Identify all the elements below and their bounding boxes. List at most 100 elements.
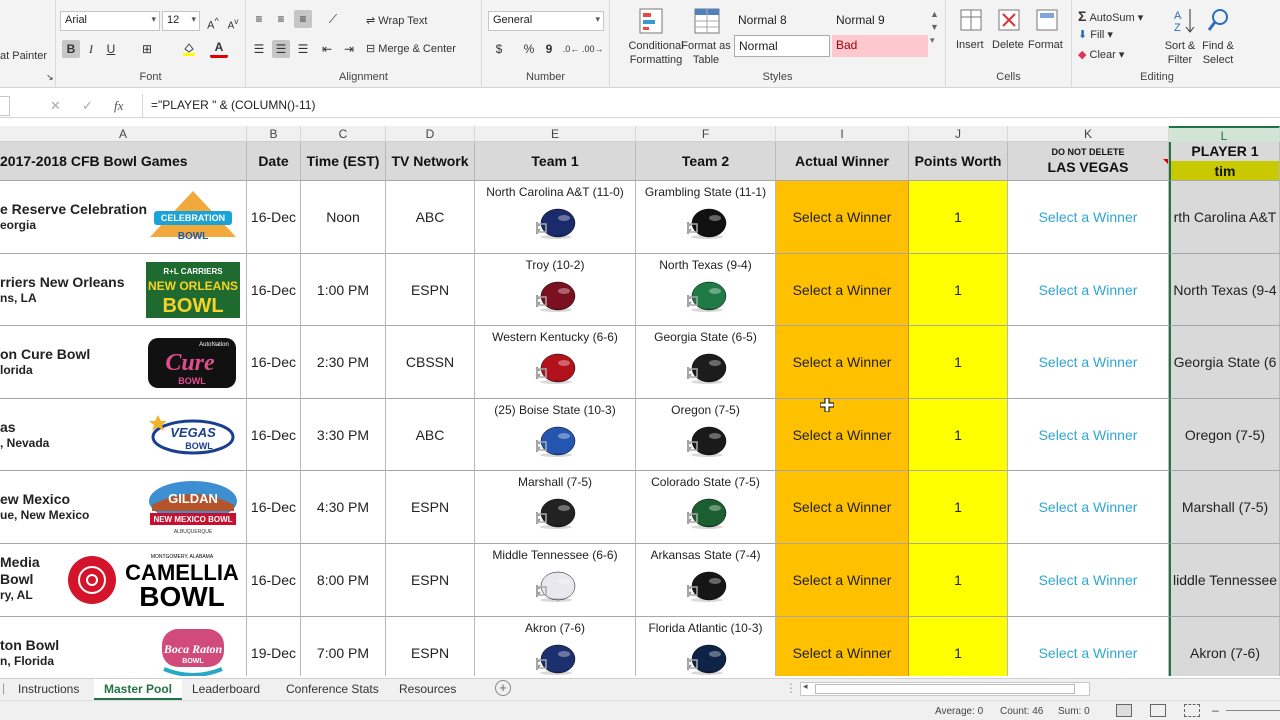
font-color-button[interactable]: A [210,40,228,58]
style-normal-8[interactable]: Normal 8 [734,10,830,32]
column-header-j[interactable]: J [909,126,1008,142]
style-normal[interactable]: Normal [734,35,830,57]
time-cell[interactable]: 1:00 PM [301,254,386,326]
header-date[interactable]: Date [247,142,301,181]
points-worth-cell[interactable]: 1 [909,471,1008,544]
header-actual-winner[interactable]: Actual Winner [776,142,909,181]
style-bad[interactable]: Bad [832,35,928,57]
underline-button[interactable]: U [102,40,120,58]
tv-network-cell[interactable]: ESPN [386,471,475,544]
fill-button[interactable]: ⬇ Fill ▾ [1078,28,1113,41]
column-header-i[interactable]: I [776,126,909,142]
formula-input[interactable]: ="PLAYER " & (COLUMN()-11) [142,94,1280,117]
borders-icon[interactable]: ⊞ [138,40,156,58]
team-2-cell[interactable]: Florida Atlantic (10-3) [636,617,776,676]
player-pick-cell[interactable]: Georgia State (6 [1169,326,1280,399]
tab-splitter-icon[interactable]: ⋮ [785,681,797,695]
points-worth-cell[interactable]: 1 [909,617,1008,676]
bowl-cell[interactable]: ton Bowl n, Florida Boca Raton BOWL [0,617,247,676]
team-2-cell[interactable]: Georgia State (6-5) [636,326,776,399]
align-left-icon[interactable]: ☰ [250,40,268,58]
tab-resources[interactable]: Resources [389,679,466,700]
points-worth-cell[interactable]: 1 [909,544,1008,617]
actual-winner-cell[interactable]: Select a Winner [776,544,909,617]
team-2-cell[interactable]: Grambling State (11-1) [636,181,776,254]
column-header-c[interactable]: C [301,126,386,142]
actual-winner-cell[interactable]: Select a Winner [776,326,909,399]
player-pick-cell[interactable]: liddle Tennessee [1169,544,1280,617]
column-header-a[interactable]: A [0,126,247,142]
find-select-button[interactable]: Find & Select [1196,39,1240,67]
format-button[interactable]: Format [1028,39,1063,51]
tv-network-cell[interactable]: ESPN [386,254,475,326]
date-cell[interactable]: 16-Dec [247,326,301,399]
conditional-formatting-icon[interactable] [636,6,666,36]
player-pick-cell[interactable]: Akron (7-6) [1169,617,1280,676]
column-header-b[interactable]: B [247,126,301,142]
normal-view-icon[interactable] [1116,704,1132,717]
autosum-button[interactable]: Σ AutoSum ▾ [1078,8,1143,24]
bold-button[interactable]: B [62,40,80,58]
bowl-cell[interactable]: ew Mexico ue, New Mexico GILDAN NEW MEXICO … [0,471,247,544]
team-2-cell[interactable]: Colorado State (7-5) [636,471,776,544]
las-vegas-pick-cell[interactable]: Select a Winner [1008,617,1169,676]
decrease-decimal-icon[interactable]: .00→ [582,40,604,58]
date-cell[interactable]: 16-Dec [247,544,301,617]
increase-indent-icon[interactable]: ⇥ [340,40,358,58]
number-format-dropdown[interactable]: General [488,11,604,31]
align-right-icon[interactable]: ☰ [294,40,312,58]
las-vegas-pick-cell[interactable]: Select a Winner [1008,326,1169,399]
team-2-cell[interactable]: Arkansas State (7-4) [636,544,776,617]
tab-scroll-icon[interactable]: | [2,681,5,695]
las-vegas-pick-cell[interactable]: Select a Winner [1008,471,1169,544]
time-cell[interactable]: 7:00 PM [301,617,386,676]
delete-cells-icon[interactable] [994,6,1024,36]
page-layout-icon[interactable] [1150,704,1166,717]
player-pick-cell[interactable]: Oregon (7-5) [1169,399,1280,471]
header-tv-network[interactable]: TV Network [386,142,475,181]
cancel-icon[interactable]: ✕ [50,98,61,114]
points-worth-cell[interactable]: 1 [909,326,1008,399]
find-select-icon[interactable] [1204,6,1234,36]
bowl-cell[interactable]: rriers New Orleans ns, LA R+L CARRIERS NEW … [0,254,247,326]
fill-color-icon[interactable] [180,40,198,58]
header-team-1[interactable]: Team 1 [475,142,636,181]
align-bottom-icon[interactable]: ≡ [294,10,312,28]
align-top-icon[interactable]: ≡ [250,10,268,28]
actual-winner-cell[interactable]: Select a Winner [776,617,909,676]
time-cell[interactable]: 8:00 PM [301,544,386,617]
column-header-f[interactable]: F [636,126,776,142]
increase-decimal-icon[interactable]: .0← [562,40,580,58]
actual-winner-cell[interactable]: Select a Winner [776,471,909,544]
insert-function-button[interactable]: fx [114,98,123,114]
comma-button[interactable]: 9 [540,40,558,58]
team-2-cell[interactable]: Oregon (7-5) [636,399,776,471]
tv-network-cell[interactable]: ABC [386,181,475,254]
header-bowl-games[interactable]: 2017-2018 CFB Bowl Games [0,142,247,181]
sort-filter-button[interactable]: Sort & Filter [1160,39,1200,67]
team-1-cell[interactable]: Akron (7-6) [475,617,636,676]
las-vegas-pick-cell[interactable]: Select a Winner [1008,544,1169,617]
tab-conference-stats[interactable]: Conference Stats [276,679,389,700]
header-team-2[interactable]: Team 2 [636,142,776,181]
date-cell[interactable]: 16-Dec [247,471,301,544]
orientation-icon[interactable]: ⟋ [324,10,342,28]
team-1-cell[interactable]: Western Kentucky (6-6) [475,326,636,399]
time-cell[interactable]: 3:30 PM [301,399,386,471]
dialog-launcher-icon[interactable]: ↘ [46,72,54,83]
tab-leaderboard[interactable]: Leaderboard [182,679,270,700]
page-break-icon[interactable] [1184,704,1200,717]
actual-winner-cell[interactable]: Select a Winner [776,399,909,471]
bowl-cell[interactable]: Media Bowl ry, AL MONTGOMERY, ALABAMA CAMELL… [0,544,247,617]
date-cell[interactable]: 16-Dec [247,181,301,254]
percent-button[interactable]: % [520,40,538,58]
team-1-cell[interactable]: North Carolina A&T (11-0) [475,181,636,254]
column-header-k[interactable]: K [1008,126,1169,142]
format-as-table-icon[interactable] [692,6,722,36]
points-worth-cell[interactable]: 1 [909,399,1008,471]
header-player-1[interactable]: PLAYER 1 tim [1169,142,1280,181]
style-normal-9[interactable]: Normal 9 [832,10,928,32]
bowl-cell[interactable]: on Cure Bowl lorida AutoNation Cure BOWL [0,326,247,399]
styles-scroll-icon[interactable]: ▲ ▼ ▾ [930,8,939,47]
player-pick-cell[interactable]: North Texas (9-4 [1169,254,1280,326]
